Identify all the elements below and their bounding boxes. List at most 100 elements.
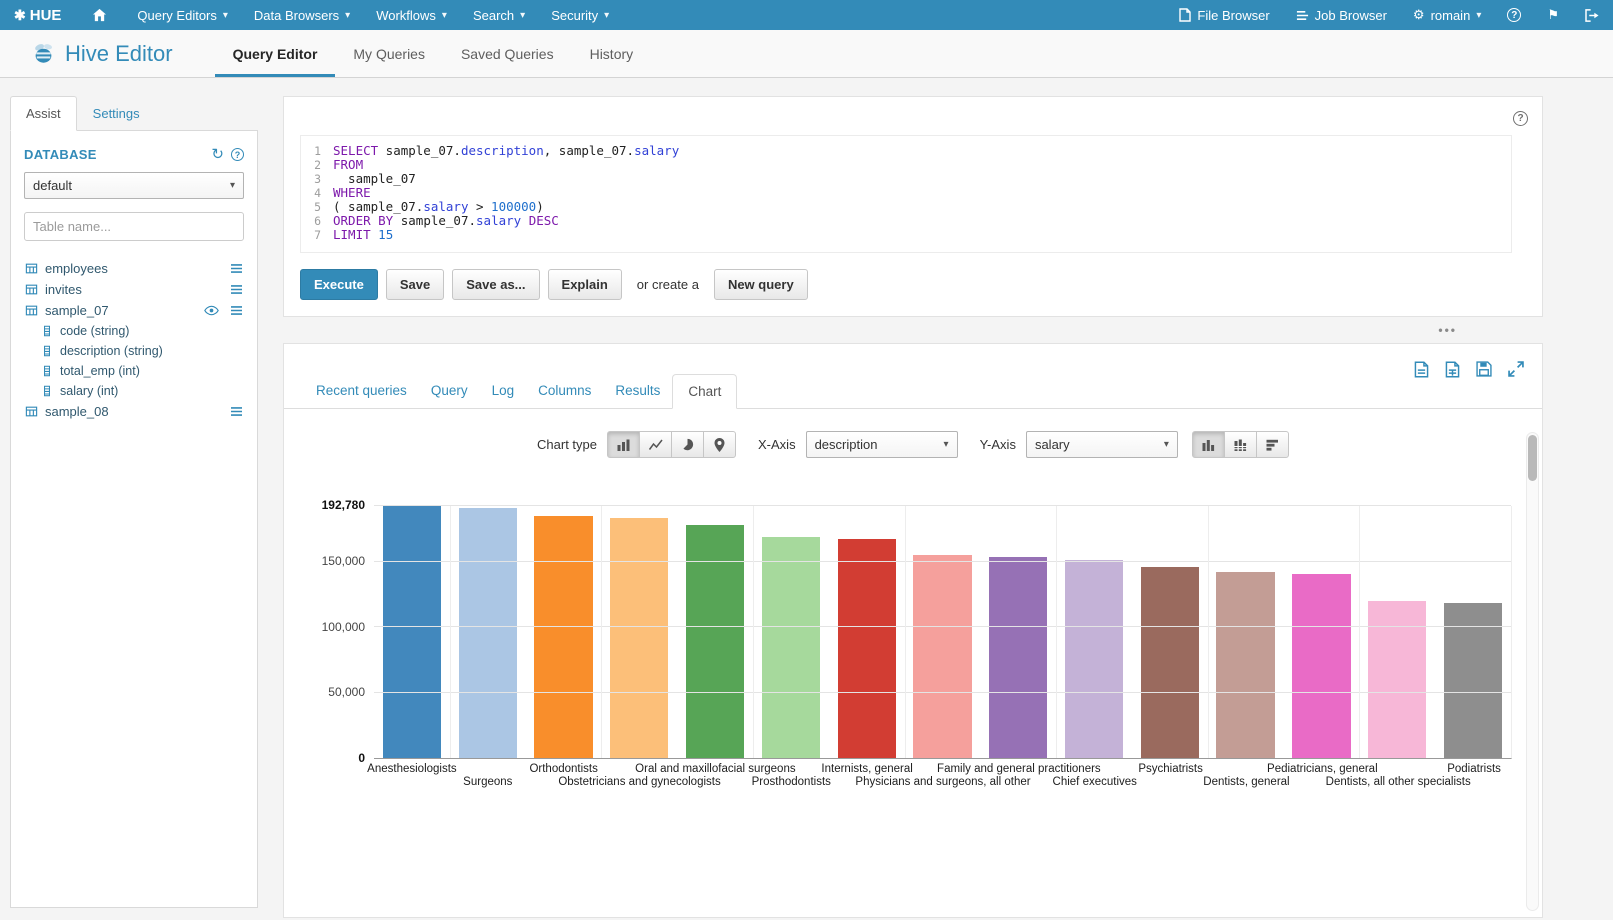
code-editor[interactable]: 1SELECT sample_07.description, sample_07… xyxy=(300,135,1512,253)
table-filter-input[interactable] xyxy=(24,212,244,241)
tab-query-editor[interactable]: Query Editor xyxy=(215,30,336,77)
execute-button[interactable]: Execute xyxy=(300,269,378,300)
home-button[interactable] xyxy=(75,0,124,30)
page-body: AssistSettings DATABASE ↻ ? default ▾ em… xyxy=(0,78,1613,920)
file-browser-button[interactable]: File Browser xyxy=(1166,0,1282,30)
table-item-sample-08[interactable]: sample_08 xyxy=(24,401,244,422)
table-icon xyxy=(25,283,38,296)
new-query-button[interactable]: New query xyxy=(714,269,808,300)
explain-button[interactable]: Explain xyxy=(548,269,622,300)
code-token: description xyxy=(461,143,544,158)
table-list: employeesinvitessample_07code (string)de… xyxy=(24,258,244,422)
app-title[interactable]: Hive Editor xyxy=(65,41,173,67)
scrollbar-thumb[interactable] xyxy=(1528,435,1537,481)
chart-type-bars-button[interactable] xyxy=(607,431,640,458)
chart-type-map-button[interactable] xyxy=(703,431,736,458)
x-axis-select[interactable]: description ▾ xyxy=(806,431,958,458)
bar-prosthodontists[interactable] xyxy=(762,537,820,758)
results-scrollbar[interactable] xyxy=(1526,432,1539,911)
code-token: sample_07. xyxy=(378,143,461,158)
column-item-salary[interactable]: salary (int) xyxy=(24,381,244,401)
refresh-icon[interactable]: ↻ xyxy=(211,147,224,162)
bar-chief-executives[interactable] xyxy=(1065,560,1123,758)
bar-obstetricians-and-gynecologists[interactable] xyxy=(610,518,668,758)
horizontal-bars-button[interactable] xyxy=(1256,431,1289,458)
table-item-invites[interactable]: invites xyxy=(24,279,244,300)
bar-slot xyxy=(1435,506,1511,758)
bar-family-and-general-practitioners[interactable] xyxy=(989,557,1047,758)
tab-history[interactable]: History xyxy=(572,30,652,77)
gridline-v xyxy=(450,506,451,758)
column-item-code[interactable]: code (string) xyxy=(24,321,244,341)
bar-dentists-all-other-specialists[interactable] xyxy=(1368,601,1426,758)
x-tick-label: Psychiatrists xyxy=(1138,763,1203,775)
user-menu[interactable]: ⚙ romain ▾ xyxy=(1400,0,1494,30)
x-axis-label: X-Axis xyxy=(758,437,796,452)
stacked-bars-button[interactable] xyxy=(1224,431,1257,458)
code-token: salary xyxy=(423,199,468,214)
fullscreen-icon[interactable] xyxy=(1508,361,1524,378)
bar-surgeons[interactable] xyxy=(459,508,517,758)
table-item-employees[interactable]: employees xyxy=(24,258,244,279)
topnav-menu-security[interactable]: Security▾ xyxy=(538,0,622,30)
feedback-button[interactable]: ⚑ xyxy=(1534,0,1572,30)
table-item-sample-07[interactable]: sample_07 xyxy=(24,300,244,321)
topnav-menu-query-editors[interactable]: Query Editors▾ xyxy=(124,0,241,30)
database-select[interactable]: default ▾ xyxy=(24,172,244,199)
chart-area: 050,000100,000150,000192,780 Anesthesiol… xyxy=(312,506,1512,795)
download-csv-icon[interactable] xyxy=(1414,361,1429,378)
bar-physicians-and-surgeons-all-other[interactable] xyxy=(913,555,971,758)
help-button[interactable]: ? xyxy=(1494,0,1534,30)
line-number: 2 xyxy=(301,158,333,172)
bar-orthodontists[interactable] xyxy=(534,516,592,758)
grouped-bars-button[interactable] xyxy=(1192,431,1225,458)
download-xls-icon[interactable] xyxy=(1445,361,1460,378)
editor-help-icon[interactable]: ? xyxy=(1513,111,1528,126)
tab-my-queries[interactable]: My Queries xyxy=(335,30,443,77)
x-tick-label: Pediatricians, general xyxy=(1267,763,1378,775)
results-tab-results[interactable]: Results xyxy=(603,374,672,408)
logout-button[interactable] xyxy=(1572,0,1613,30)
code-line-1: 1SELECT sample_07.description, sample_07… xyxy=(301,144,1511,158)
table-menu-icon[interactable] xyxy=(230,284,243,295)
chevron-down-icon: ▾ xyxy=(944,439,949,450)
results-tab-recent-queries[interactable]: Recent queries xyxy=(304,374,419,408)
results-tabs: Recent queriesQueryLogColumnsResultsChar… xyxy=(304,374,737,408)
topnav-menu-workflows[interactable]: Workflows▾ xyxy=(363,0,460,30)
table-menu-icon[interactable] xyxy=(230,305,243,316)
assist-help-icon[interactable]: ? xyxy=(231,148,244,161)
sidebar-tab-settings[interactable]: Settings xyxy=(77,96,156,131)
bar-anesthesiologists[interactable] xyxy=(383,506,441,758)
bar-pediatricians-general[interactable] xyxy=(1292,574,1350,758)
results-tab-log[interactable]: Log xyxy=(480,374,527,408)
chart-type-pie-button[interactable] xyxy=(671,431,704,458)
bar-psychiatrists[interactable] xyxy=(1141,567,1199,758)
table-name: sample_08 xyxy=(45,404,109,419)
save-results-icon[interactable] xyxy=(1476,361,1492,378)
chart-type-line-button[interactable] xyxy=(639,431,672,458)
column-item-total-emp[interactable]: total_emp (int) xyxy=(24,361,244,381)
bar-internists-general[interactable] xyxy=(838,539,896,758)
resize-handle[interactable]: ••• xyxy=(283,317,1543,343)
bar-dentists-general[interactable] xyxy=(1216,572,1274,758)
chevron-down-icon: ▾ xyxy=(520,10,525,21)
topnav-menu-search[interactable]: Search▾ xyxy=(460,0,538,30)
job-browser-button[interactable]: Job Browser xyxy=(1283,0,1400,30)
results-tab-columns[interactable]: Columns xyxy=(526,374,603,408)
results-tab-chart[interactable]: Chart xyxy=(672,374,737,409)
table-menu-icon[interactable] xyxy=(230,263,243,274)
table-menu-icon[interactable] xyxy=(230,406,243,417)
bar-oral-and-maxillofacial-surgeons[interactable] xyxy=(686,525,744,758)
results-tab-query[interactable]: Query xyxy=(419,374,480,408)
sidebar-tab-assist[interactable]: Assist xyxy=(10,96,77,131)
file-browser-label: File Browser xyxy=(1197,8,1269,23)
x-tick-label: Dentists, all other specialists xyxy=(1326,776,1471,788)
save-button[interactable]: Save xyxy=(386,269,444,300)
topnav-menu-data-browsers[interactable]: Data Browsers▾ xyxy=(241,0,363,30)
y-axis-select[interactable]: salary ▾ xyxy=(1026,431,1178,458)
save-as-button[interactable]: Save as... xyxy=(452,269,539,300)
column-item-description[interactable]: description (string) xyxy=(24,341,244,361)
hue-logo[interactable]: ✱ HUE xyxy=(0,0,75,30)
preview-eye-icon[interactable] xyxy=(204,305,219,316)
tab-saved-queries[interactable]: Saved Queries xyxy=(443,30,572,77)
